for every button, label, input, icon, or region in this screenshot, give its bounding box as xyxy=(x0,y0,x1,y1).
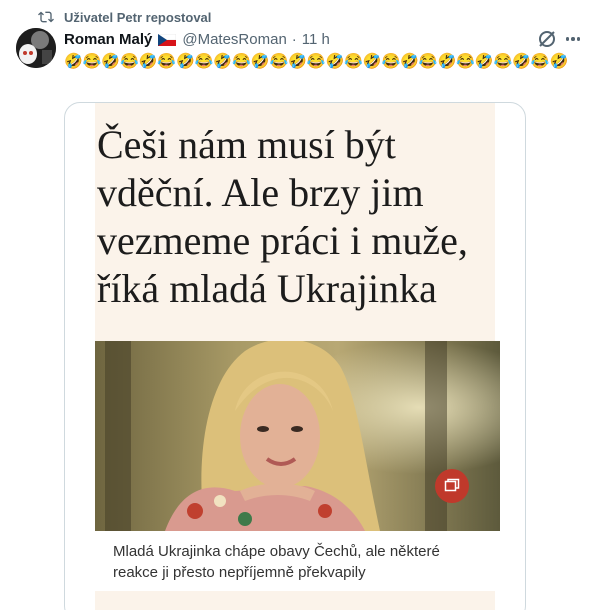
photo-caption: Mladá Ukrajinka chápe obavy Čechů, ale n… xyxy=(95,531,500,591)
article-headline: Češi nám musí být vděční. Ale brzy jim v… xyxy=(97,122,468,311)
post-header: Roman Malý @MatesRoman · 11 h xyxy=(64,29,330,49)
article-photo[interactable] xyxy=(95,341,500,531)
post-time[interactable]: 11 h xyxy=(302,31,330,48)
grok-icon[interactable] xyxy=(537,29,557,49)
repost-icon xyxy=(38,11,54,23)
author-handle[interactable]: @MatesRoman xyxy=(182,31,286,48)
more-dot xyxy=(565,37,570,41)
avatar-image xyxy=(16,28,56,68)
separator-dot: · xyxy=(291,30,297,48)
article-preview: Češi nám musí být vděční. Ale brzy jim v… xyxy=(95,103,500,610)
czech-flag-icon xyxy=(158,33,177,46)
woman-portrait-image xyxy=(95,341,500,531)
repost-label: Uživatel Petr repostoval xyxy=(64,9,212,25)
gallery-icon[interactable] xyxy=(435,469,469,503)
repost-indicator[interactable]: Uživatel Petr repostoval xyxy=(38,8,211,26)
avatar[interactable] xyxy=(16,28,56,68)
more-dot xyxy=(576,37,581,41)
author-name[interactable]: Roman Malý xyxy=(64,31,152,48)
post-text: 🤣😂🤣😂🤣😂🤣😂🤣😂🤣😂🤣😂🤣😂🤣😂🤣😂🤣😂🤣😂🤣😂🤣 xyxy=(64,53,569,70)
article-card[interactable]: Češi nám musí být vděční. Ale brzy jim v… xyxy=(64,102,526,610)
more-icon[interactable] xyxy=(562,29,584,49)
more-dot xyxy=(571,37,575,41)
